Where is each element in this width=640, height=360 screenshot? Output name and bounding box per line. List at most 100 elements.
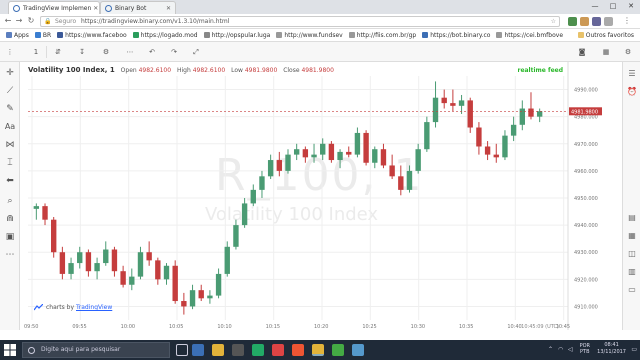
settings-gear-icon[interactable]: ⚙ — [100, 46, 112, 58]
back-arrow-icon[interactable]: ⬅ — [3, 174, 17, 188]
chart-pane[interactable]: R_100, 1 Volatility 100 Index 4990.000 49… — [20, 62, 603, 330]
bookmark-item[interactable]: https://www.faceboo — [57, 32, 127, 39]
pencil-icon[interactable]: ✎ — [3, 102, 17, 116]
tray-chevron-icon[interactable]: ⌃ — [548, 346, 553, 353]
candle-body — [380, 149, 387, 166]
menu-dots-icon[interactable]: ⋮ — [622, 16, 632, 26]
bookmark-label: http://fiis.com.br/gp — [356, 31, 417, 39]
trend-line-icon[interactable]: ⟋ — [3, 84, 17, 98]
folder-icon — [577, 32, 584, 38]
candlestick-chart[interactable]: 4990.000 4980.000 4970.000 4960.000 4950.000… — [20, 62, 603, 330]
fullscreen-icon[interactable]: ⤢ — [190, 46, 202, 58]
candle-body — [42, 206, 48, 220]
realtime-feed-label: realtime feed — [517, 67, 563, 74]
y-tick-label: 4980.000 — [574, 115, 598, 121]
zoom-icon[interactable]: ⌕ — [3, 194, 17, 208]
brand-name[interactable]: TradingView — [76, 304, 112, 311]
lock-tool-icon[interactable]: ▣ — [3, 230, 17, 244]
app-icon[interactable] — [292, 344, 304, 356]
clock[interactable]: 08:41 13/11/2017 — [597, 342, 626, 356]
apps-grid-icon — [6, 32, 12, 38]
network-icon[interactable]: ◠ — [558, 346, 563, 353]
task-view-icon[interactable] — [176, 344, 188, 356]
candle-body — [510, 124, 517, 136]
chart-type-icon[interactable]: ⇵ — [52, 46, 64, 58]
chat-icon[interactable]: ▭ — [626, 284, 638, 296]
hotlist-icon[interactable]: ◫ — [626, 248, 638, 260]
redo-icon[interactable]: ↷ — [168, 46, 180, 58]
extension-icon[interactable] — [580, 17, 589, 26]
taskbar-search-input[interactable]: Digite aqui para pesquisar — [22, 342, 170, 358]
forward-arrow-icon[interactable]: → — [14, 16, 24, 26]
minimize-button[interactable]: — — [586, 0, 604, 12]
back-arrow-icon[interactable]: ← — [3, 16, 13, 26]
candle-body — [68, 263, 74, 274]
layout-icon[interactable]: ▦ — [600, 46, 612, 58]
fib-icon[interactable]: ⌶ — [3, 156, 17, 170]
cursor-cross-icon[interactable]: ✛ — [3, 66, 17, 80]
bookmark-item[interactable]: https://logado.mod — [132, 31, 198, 39]
tradingview-logo-icon — [34, 304, 43, 311]
bookmark-item[interactable]: BR — [34, 32, 51, 39]
data-window-icon[interactable]: ▤ — [626, 212, 638, 224]
bookmark-item[interactable]: http://fiis.com.br/gp — [348, 31, 417, 39]
watchlist-icon[interactable]: ☰ — [626, 68, 638, 80]
text-tool-icon[interactable]: Aa — [3, 120, 17, 134]
candle-body — [432, 97, 439, 123]
tab-close-icon[interactable]: ✕ — [164, 5, 171, 12]
symbol-search-icon[interactable]: ⋮ — [4, 46, 16, 58]
tradingview-brand[interactable]: charts by TradingView — [34, 304, 112, 311]
edge-icon[interactable] — [192, 344, 204, 356]
close-window-button[interactable]: ✕ — [622, 0, 640, 12]
tab-tradingview[interactable]: TradingView Implemen ✕ — [8, 1, 100, 14]
extension-icon[interactable] — [568, 17, 577, 26]
y-tick-label: 4990.000 — [574, 88, 598, 94]
app-icon[interactable] — [332, 344, 344, 356]
bookmark-label: https://cei.bmfbove — [504, 31, 564, 39]
bookmark-item[interactable]: https://bot.binary.co — [422, 32, 490, 39]
reload-icon[interactable]: ↻ — [26, 16, 36, 26]
candle-body — [120, 271, 126, 285]
app-icon[interactable] — [252, 344, 264, 356]
app-icon[interactable] — [352, 344, 364, 356]
tab-label: TradingView Implemen — [23, 4, 92, 12]
candle-body — [519, 108, 525, 125]
windows-start-icon[interactable] — [4, 344, 16, 356]
indicators-icon[interactable]: ↧ — [76, 46, 88, 58]
bookmark-item[interactable]: http://www.fundsev — [276, 32, 343, 39]
candle-body — [302, 149, 309, 158]
other-bookmarks[interactable]: Outros favoritos — [577, 32, 634, 39]
pattern-icon[interactable]: ⋈ — [3, 138, 17, 152]
more-dots-icon[interactable]: ⋯ — [3, 248, 17, 262]
file-explorer-icon[interactable] — [212, 344, 224, 356]
news-icon[interactable]: ▥ — [626, 266, 638, 278]
tab-binary-bot[interactable]: Binary Bot ✕ — [100, 1, 176, 14]
app-icon[interactable] — [272, 344, 284, 356]
camera-icon[interactable]: ◙ — [576, 46, 588, 58]
bookmark-star-icon[interactable]: ☆ — [551, 17, 556, 26]
bookmark-item[interactable]: http://opspular.luga — [203, 32, 270, 39]
settings-icon[interactable]: ⚙ — [622, 46, 634, 58]
extension-icon[interactable] — [592, 17, 601, 26]
magnet-icon[interactable]: ⋒ — [3, 212, 17, 226]
notifications-icon[interactable]: ▭ — [631, 346, 637, 353]
calendar-icon[interactable]: ▦ — [626, 230, 638, 242]
language-indicator[interactable]: POR PTB — [580, 343, 590, 355]
page-bottom-strip — [0, 330, 640, 340]
bookmark-label: https://logado.mod — [140, 31, 198, 39]
alert-icon[interactable]: ⏰ — [626, 86, 638, 98]
bookmark-item[interactable]: https://cei.bmfbove — [496, 32, 563, 39]
drawing-toolbar: ✛ ⟋ ✎ Aa ⋈ ⌶ ⬅ ⌕ ⋒ ▣ ⋯ — [0, 62, 20, 330]
chrome-icon[interactable] — [312, 344, 324, 356]
url-input[interactable]: 🔒 Seguro https://tradingview.binary.com/… — [40, 16, 560, 27]
interval-button[interactable]: 1 — [30, 46, 42, 58]
undo-icon[interactable]: ↶ — [146, 46, 158, 58]
compare-icon[interactable]: ⋯ — [124, 46, 136, 58]
volume-icon[interactable]: ◁ — [568, 346, 573, 353]
bookmark-apps[interactable]: Apps — [6, 32, 29, 39]
store-icon[interactable] — [232, 344, 244, 356]
brand-prefix: charts by — [46, 304, 74, 311]
tab-close-icon[interactable]: ✕ — [91, 5, 98, 12]
maximize-button[interactable]: □ — [604, 0, 622, 12]
extension-icon[interactable] — [604, 17, 613, 26]
